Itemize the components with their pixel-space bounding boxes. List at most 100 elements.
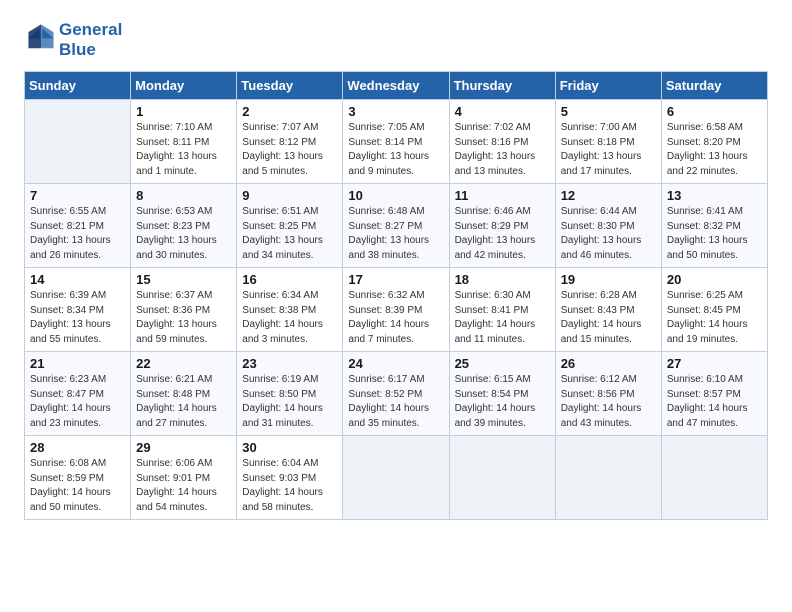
day-number: 17 [348,272,443,287]
day-cell: 22 Sunrise: 6:21 AMSunset: 8:48 PMDayligh… [131,352,237,436]
day-info: Sunrise: 6:25 AMSunset: 8:45 PMDaylight:… [667,289,762,347]
day-cell: 13 Sunrise: 6:41 AMSunset: 8:32 PMDayligh… [661,184,767,268]
day-cell: 23 Sunrise: 6:19 AMSunset: 8:50 PMDayligh… [237,352,343,436]
day-number: 23 [242,356,337,371]
day-info: Sunrise: 7:07 AMSunset: 8:12 PMDaylight:… [242,121,337,179]
day-info: Sunrise: 6:23 AMSunset: 8:47 PMDaylight:… [30,373,125,431]
day-info: Sunrise: 6:48 AMSunset: 8:27 PMDaylight:… [348,205,443,263]
header-cell-tuesday: Tuesday [237,72,343,100]
day-number: 15 [136,272,231,287]
day-info: Sunrise: 6:04 AMSunset: 9:03 PMDaylight:… [242,457,337,515]
logo-line1: General [59,20,122,40]
day-number: 29 [136,440,231,455]
header-cell-sunday: Sunday [25,72,131,100]
day-cell [661,436,767,520]
day-cell: 2 Sunrise: 7:07 AMSunset: 8:12 PMDaylight… [237,100,343,184]
day-number: 25 [455,356,550,371]
header-row: SundayMondayTuesdayWednesdayThursdayFrid… [25,72,768,100]
day-number: 13 [667,188,762,203]
calendar-body: 1Sunrise: 7:10 AMSunset: 8:11 PMDaylight… [25,100,768,520]
logo-line2: Blue [59,40,122,60]
day-cell: 9 Sunrise: 6:51 AMSunset: 8:25 PMDaylight… [237,184,343,268]
day-cell: 5 Sunrise: 7:00 AMSunset: 8:18 PMDaylight… [555,100,661,184]
day-number: 21 [30,356,125,371]
day-number: 18 [455,272,550,287]
day-info: Sunrise: 6:30 AMSunset: 8:41 PMDaylight:… [455,289,550,347]
day-cell: 11Sunrise: 6:46 AMSunset: 8:29 PMDayligh… [449,184,555,268]
header-cell-saturday: Saturday [661,72,767,100]
day-info: Sunrise: 6:53 AMSunset: 8:23 PMDaylight:… [136,205,231,263]
day-number: 27 [667,356,762,371]
day-info: Sunrise: 6:15 AMSunset: 8:54 PMDaylight:… [455,373,550,431]
day-number: 12 [561,188,656,203]
day-number: 2 [242,104,337,119]
day-info: Sunrise: 6:08 AMSunset: 8:59 PMDaylight:… [30,457,125,515]
day-cell: 24Sunrise: 6:17 AMSunset: 8:52 PMDayligh… [343,352,449,436]
day-cell: 6 Sunrise: 6:58 AMSunset: 8:20 PMDaylight… [661,100,767,184]
week-row-1: 1Sunrise: 7:10 AMSunset: 8:11 PMDaylight… [25,100,768,184]
day-cell: 3 Sunrise: 7:05 AMSunset: 8:14 PMDaylight… [343,100,449,184]
day-cell [343,436,449,520]
header-cell-monday: Monday [131,72,237,100]
day-info: Sunrise: 6:58 AMSunset: 8:20 PMDaylight:… [667,121,762,179]
day-number: 11 [455,188,550,203]
day-number: 16 [242,272,337,287]
day-info: Sunrise: 6:10 AMSunset: 8:57 PMDaylight:… [667,373,762,431]
logo-icon [27,23,55,51]
day-cell: 15Sunrise: 6:37 AMSunset: 8:36 PMDayligh… [131,268,237,352]
day-cell: 27 Sunrise: 6:10 AMSunset: 8:57 PMDayligh… [661,352,767,436]
day-cell: 12 Sunrise: 6:44 AMSunset: 8:30 PMDayligh… [555,184,661,268]
day-number: 24 [348,356,443,371]
day-number: 30 [242,440,337,455]
day-cell: 4Sunrise: 7:02 AMSunset: 8:16 PMDaylight… [449,100,555,184]
day-number: 20 [667,272,762,287]
day-cell: 21 Sunrise: 6:23 AMSunset: 8:47 PMDayligh… [25,352,131,436]
day-number: 28 [30,440,125,455]
week-row-4: 21 Sunrise: 6:23 AMSunset: 8:47 PMDayligh… [25,352,768,436]
day-number: 14 [30,272,125,287]
day-info: Sunrise: 6:19 AMSunset: 8:50 PMDaylight:… [242,373,337,431]
day-cell: 26Sunrise: 6:12 AMSunset: 8:56 PMDayligh… [555,352,661,436]
day-cell: 25 Sunrise: 6:15 AMSunset: 8:54 PMDayligh… [449,352,555,436]
day-cell [555,436,661,520]
day-number: 22 [136,356,231,371]
header-cell-friday: Friday [555,72,661,100]
day-info: Sunrise: 6:12 AMSunset: 8:56 PMDaylight:… [561,373,656,431]
day-cell: 30 Sunrise: 6:04 AMSunset: 9:03 PMDayligh… [237,436,343,520]
logo: General Blue [24,20,122,59]
day-number: 9 [242,188,337,203]
day-number: 6 [667,104,762,119]
day-number: 1 [136,104,231,119]
day-info: Sunrise: 6:55 AMSunset: 8:21 PMDaylight:… [30,205,125,263]
day-number: 10 [348,188,443,203]
day-cell: 1Sunrise: 7:10 AMSunset: 8:11 PMDaylight… [131,100,237,184]
day-cell [449,436,555,520]
day-info: Sunrise: 7:00 AMSunset: 8:18 PMDaylight:… [561,121,656,179]
day-cell: 18 Sunrise: 6:30 AMSunset: 8:41 PMDayligh… [449,268,555,352]
day-cell: 10 Sunrise: 6:48 AMSunset: 8:27 PMDayligh… [343,184,449,268]
day-info: Sunrise: 6:32 AMSunset: 8:39 PMDaylight:… [348,289,443,347]
day-info: Sunrise: 6:41 AMSunset: 8:32 PMDaylight:… [667,205,762,263]
day-cell: 29Sunrise: 6:06 AMSunset: 9:01 PMDayligh… [131,436,237,520]
day-number: 8 [136,188,231,203]
calendar-table: SundayMondayTuesdayWednesdayThursdayFrid… [24,71,768,520]
day-info: Sunrise: 6:28 AMSunset: 8:43 PMDaylight:… [561,289,656,347]
day-info: Sunrise: 6:44 AMSunset: 8:30 PMDaylight:… [561,205,656,263]
day-info: Sunrise: 6:34 AMSunset: 8:38 PMDaylight:… [242,289,337,347]
day-info: Sunrise: 6:21 AMSunset: 8:48 PMDaylight:… [136,373,231,431]
day-cell: 20 Sunrise: 6:25 AMSunset: 8:45 PMDayligh… [661,268,767,352]
header-cell-thursday: Thursday [449,72,555,100]
day-number: 5 [561,104,656,119]
day-cell: 19Sunrise: 6:28 AMSunset: 8:43 PMDayligh… [555,268,661,352]
day-cell: 17 Sunrise: 6:32 AMSunset: 8:39 PMDayligh… [343,268,449,352]
day-cell: 7 Sunrise: 6:55 AMSunset: 8:21 PMDaylight… [25,184,131,268]
day-number: 7 [30,188,125,203]
day-number: 3 [348,104,443,119]
day-info: Sunrise: 7:05 AMSunset: 8:14 PMDaylight:… [348,121,443,179]
day-cell: 14 Sunrise: 6:39 AMSunset: 8:34 PMDayligh… [25,268,131,352]
day-number: 4 [455,104,550,119]
header: General Blue [24,20,768,59]
day-info: Sunrise: 6:51 AMSunset: 8:25 PMDaylight:… [242,205,337,263]
week-row-5: 28 Sunrise: 6:08 AMSunset: 8:59 PMDayligh… [25,436,768,520]
day-info: Sunrise: 6:39 AMSunset: 8:34 PMDaylight:… [30,289,125,347]
